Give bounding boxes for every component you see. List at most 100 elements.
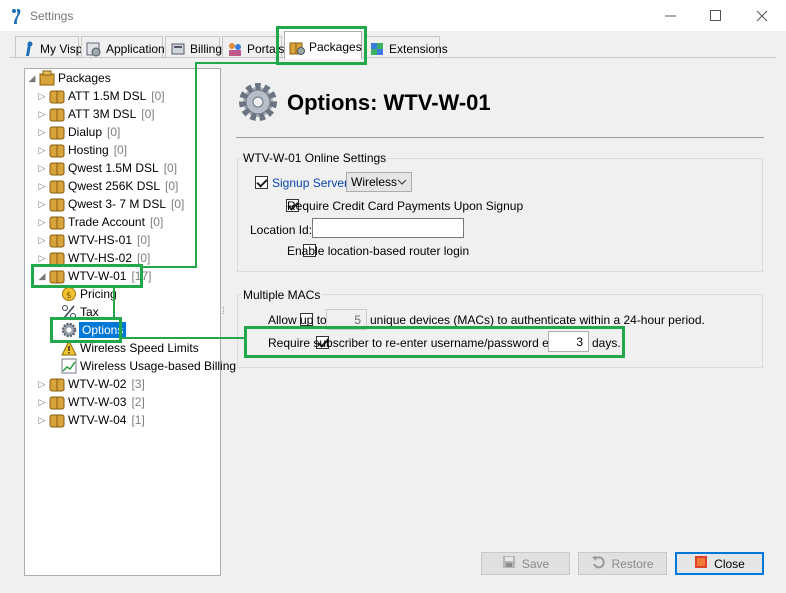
- tree-item[interactable]: ▷ Dialup [0]: [37, 123, 120, 141]
- online-settings-legend: WTV-W-01 Online Settings: [241, 151, 389, 165]
- multiple-macs-group: [237, 294, 763, 368]
- tab-billing[interactable]: Billing: [165, 36, 222, 57]
- tree-item[interactable]: ▷ WTV-HS-02 [0]: [37, 249, 150, 267]
- expand-arrow-icon[interactable]: ▷: [37, 163, 47, 174]
- expand-arrow-icon[interactable]: ▷: [37, 217, 47, 228]
- tree-item[interactable]: ▷ Hosting [0]: [37, 141, 127, 159]
- allow-up-to-label: Allow up to: [268, 313, 327, 327]
- tree-item[interactable]: ▷ Trade Account [0]: [37, 213, 163, 231]
- title-bar: Settings: [0, 0, 786, 32]
- expand-arrow-icon[interactable]: ▷: [37, 235, 47, 246]
- maximize-button[interactable]: [706, 6, 726, 26]
- expand-arrow-icon[interactable]: ▷: [37, 109, 47, 120]
- chart-icon: [61, 358, 77, 374]
- header-divider: [236, 137, 764, 138]
- expand-arrow-icon[interactable]: ▷: [37, 181, 47, 192]
- packages-icon: [289, 39, 305, 55]
- save-button[interactable]: Save: [481, 552, 570, 575]
- tab-application[interactable]: Application: [81, 36, 165, 57]
- multiple-macs-legend: Multiple MACs: [241, 288, 323, 302]
- expand-arrow-icon[interactable]: ▷: [37, 253, 47, 264]
- tree-child-options[interactable]: Options: [59, 321, 127, 339]
- signup-server-link[interactable]: Signup Server:: [272, 176, 351, 190]
- package-icon: [49, 124, 65, 140]
- percent-icon: [61, 304, 77, 320]
- app-logo-icon: [11, 7, 23, 28]
- tree-item[interactable]: ▷ ATT 1.5M DSL [0]: [37, 87, 165, 105]
- reenter-days-input[interactable]: 3: [548, 331, 589, 352]
- undo-icon: [591, 555, 606, 572]
- tree-child-wireless-speed-limits[interactable]: Wireless Speed Limits: [59, 339, 200, 357]
- tools-icon: [20, 41, 36, 57]
- splitter-handle[interactable]: ⁞: [222, 307, 225, 317]
- location-login-label: Enable location-based router login: [287, 244, 470, 258]
- minimize-button[interactable]: [661, 6, 681, 26]
- tab-my-visp[interactable]: My Visp: [15, 36, 82, 57]
- package-icon: [49, 214, 65, 230]
- tree-root-packages[interactable]: ◢ Packages: [27, 69, 112, 87]
- package-tree[interactable]: ◢ Packages ▷ ATT 1.5M DSL [0] ▷ ATT 3M DSL[…: [24, 68, 236, 576]
- expand-arrow-icon[interactable]: ▷: [37, 145, 47, 156]
- options-gear-icon: [236, 80, 280, 127]
- reenter-days-suffix: days.: [592, 336, 621, 350]
- expand-arrow-icon[interactable]: ▷: [37, 415, 47, 426]
- package-icon: [49, 142, 65, 158]
- require-cc-label: Require Credit Card Payments Upon Signup: [287, 199, 524, 213]
- gear-icon: [61, 322, 77, 338]
- expand-arrow-icon[interactable]: ▷: [37, 127, 47, 138]
- tree-item[interactable]: ▷ WTV-W-04 [1]: [37, 411, 145, 429]
- collapse-arrow-icon[interactable]: ◢: [37, 271, 47, 282]
- tree-item[interactable]: ▷ Qwest 3- 7 M DSL [0]: [37, 195, 184, 213]
- expand-arrow-icon[interactable]: ▷: [37, 379, 47, 390]
- package-folder-icon: [39, 70, 55, 86]
- highlight-connector: [113, 288, 115, 318]
- tree-child-tax[interactable]: Tax: [59, 303, 100, 321]
- restore-button[interactable]: Restore: [578, 552, 667, 575]
- tree-item[interactable]: ▷ Qwest 1.5M DSL [0]: [37, 159, 177, 177]
- tree-child-pricing[interactable]: $ Pricing: [59, 285, 118, 303]
- window-title: Settings: [30, 9, 74, 23]
- close-icon: [694, 555, 708, 572]
- expand-arrow-icon[interactable]: ▷: [37, 199, 47, 210]
- tree-child-wireless-usage-billing[interactable]: Wireless Usage-based Billing: [59, 357, 237, 375]
- package-icon: [49, 88, 65, 104]
- tree-item[interactable]: ▷ WTV-W-03 [2]: [37, 393, 145, 411]
- max-devices-input[interactable]: 5: [326, 309, 367, 330]
- app-gear-icon: [86, 41, 102, 57]
- tab-strip-divider: [10, 57, 776, 58]
- signup-server-checkbox[interactable]: [255, 176, 268, 189]
- chevron-down-icon: [397, 175, 407, 189]
- highlight-connector: [195, 62, 277, 64]
- highlight-connector: [195, 62, 197, 268]
- package-icon: [49, 376, 65, 392]
- tab-packages[interactable]: Packages: [284, 31, 362, 59]
- package-icon: [49, 394, 65, 410]
- tab-extensions[interactable]: Extensions: [364, 36, 448, 57]
- location-id-input[interactable]: [312, 218, 464, 238]
- package-icon: [49, 196, 65, 212]
- tree-item[interactable]: ▷ Qwest 256K DSL [0]: [37, 177, 178, 195]
- tab-portals[interactable]: Portals: [222, 36, 284, 57]
- allow-up-to-suffix: unique devices (MACs) to authenticate wi…: [370, 313, 705, 327]
- tree-item[interactable]: ▷ ATT 3M DSL [0]: [37, 105, 155, 123]
- signup-server-select[interactable]: Wireless: [346, 172, 412, 192]
- package-icon: [49, 268, 65, 284]
- package-icon: [49, 412, 65, 428]
- expand-arrow-icon[interactable]: ▷: [37, 397, 47, 408]
- svg-text:$: $: [66, 291, 72, 301]
- package-icon: [49, 160, 65, 176]
- tree-item-wtv-w-01[interactable]: ◢ WTV-W-01 [17]: [37, 267, 151, 285]
- collapse-arrow-icon[interactable]: ◢: [27, 73, 37, 84]
- billing-icon: [170, 41, 186, 57]
- expand-arrow-icon[interactable]: ▷: [37, 91, 47, 102]
- warning-icon: [61, 339, 77, 356]
- tree-item[interactable]: ▷ WTV-W-02 [3]: [37, 375, 145, 393]
- location-id-label: Location Id:: [250, 223, 313, 237]
- close-button[interactable]: Close: [675, 552, 764, 575]
- close-window-button[interactable]: [752, 6, 772, 26]
- highlight-connector: [143, 266, 196, 268]
- package-icon: [49, 250, 65, 266]
- puzzle-icon: [369, 41, 385, 57]
- tree-item[interactable]: ▷ WTV-HS-01 [0]: [37, 231, 150, 249]
- portals-icon: [227, 41, 243, 57]
